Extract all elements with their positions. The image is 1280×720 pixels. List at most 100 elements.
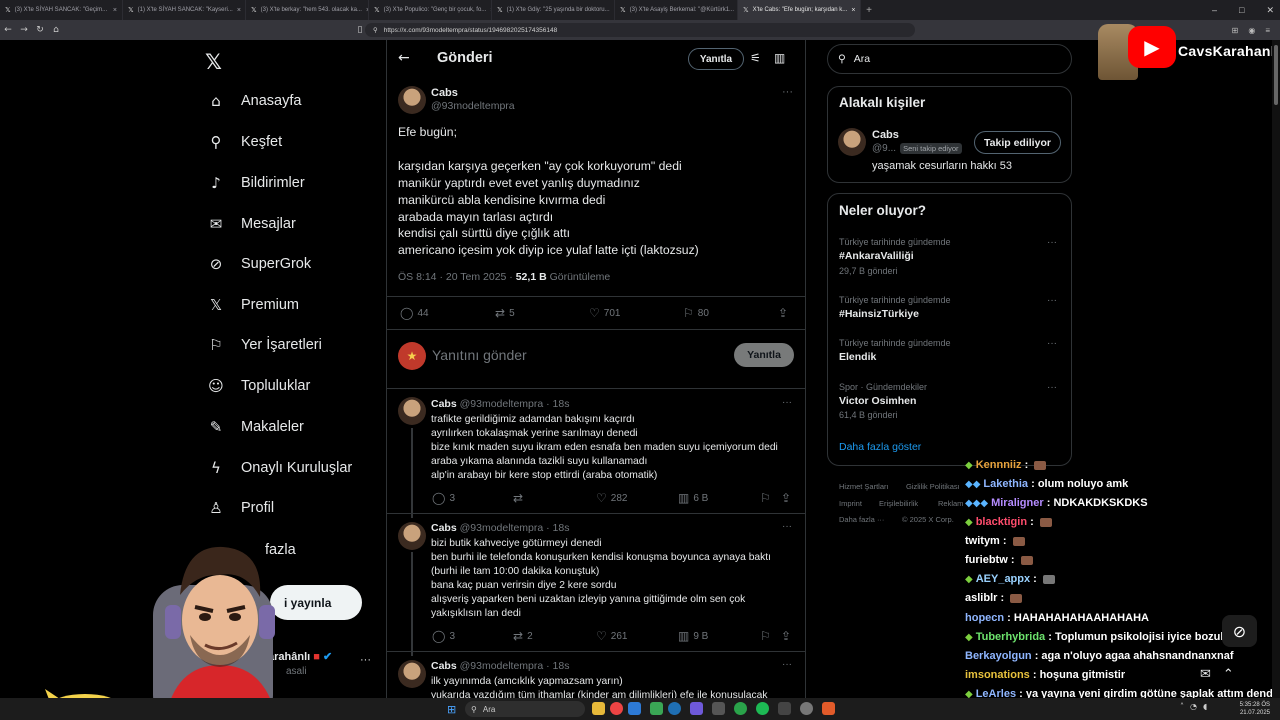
- reply-action[interactable]: ◯ 3: [432, 629, 455, 643]
- obs-icon[interactable]: [778, 702, 791, 715]
- repost-action[interactable]: ⇄: [513, 491, 523, 505]
- bookmark-action[interactable]: ⚐ 80: [683, 306, 709, 320]
- app-icon[interactable]: [650, 702, 663, 715]
- home-icon[interactable]: ⌂: [48, 25, 64, 35]
- new-tab-button[interactable]: +: [861, 5, 877, 16]
- browser-tab-active[interactable]: 𝕏 X'te Cabs: "Efe bugün; karşıdan k... ×: [738, 0, 861, 20]
- nav-item-explore[interactable]: ⚲ Keşfet: [206, 127, 283, 157]
- address-bar[interactable]: ⚲ https://x.com/93modeltempra/status/194…: [365, 23, 915, 37]
- footer-link[interactable]: Gizlilik Politikası: [906, 482, 960, 491]
- site-info-icon[interactable]: ⚲: [373, 26, 378, 34]
- browser-tab[interactable]: 𝕏 (3) X'te SİYAH SANCAK: "Geçim... ×: [0, 0, 123, 20]
- trend-name[interactable]: Elendik: [839, 351, 876, 363]
- profile-icon[interactable]: ◉: [1248, 26, 1255, 35]
- app-icon[interactable]: [712, 702, 725, 715]
- close-window-icon[interactable]: ✕: [1266, 5, 1274, 16]
- views-action[interactable]: ▥ 9 B: [678, 629, 708, 643]
- nav-item-verified-orgs[interactable]: ϟ Onaylı Kuruluşlar: [206, 453, 352, 483]
- nav-item-home[interactable]: ⌂ Anasayfa: [206, 86, 301, 116]
- reader-view-icon[interactable]: ▥: [774, 51, 785, 65]
- taskbar-search[interactable]: ⚲ Ara: [465, 701, 585, 717]
- menu-icon[interactable]: ≡: [1265, 26, 1270, 35]
- compose-message-icon[interactable]: ✉: [1200, 667, 1211, 682]
- spotify-icon[interactable]: [756, 702, 769, 715]
- discord-icon[interactable]: [690, 702, 703, 715]
- avatar[interactable]: [838, 128, 866, 156]
- browser-tab[interactable]: 𝕏 (1) X'te Gdiy: "25 yaşında bir doktoru.…: [492, 0, 615, 20]
- system-clock[interactable]: 5:35:28 ÖS 21.07.2025: [1240, 701, 1270, 717]
- avatar[interactable]: [398, 522, 426, 550]
- windows-start-icon[interactable]: ⊞: [447, 703, 456, 716]
- grok-button[interactable]: ⊘: [1222, 615, 1257, 647]
- person-name[interactable]: Cabs: [872, 129, 899, 141]
- more-options-icon[interactable]: ···: [1047, 295, 1057, 306]
- nav-item-articles[interactable]: ✎ Makaleler: [206, 412, 304, 442]
- browser-tab[interactable]: 𝕏 (3) X'te Asayiş Berkemal: "@Kürtürk1...…: [615, 0, 738, 20]
- trend-name[interactable]: Victor Osimhen: [839, 395, 916, 407]
- reply-input[interactable]: Yanıtını gönder: [432, 347, 527, 363]
- author-handle[interactable]: @93modeltempra: [431, 100, 515, 112]
- avatar[interactable]: [398, 397, 426, 425]
- chevron-up-icon[interactable]: ˄: [1180, 702, 1184, 711]
- repost-action[interactable]: ⇄ 2: [513, 629, 533, 643]
- volume-icon[interactable]: ◖: [1203, 702, 1207, 711]
- more-options-icon[interactable]: ···: [782, 397, 792, 408]
- app-icon[interactable]: [628, 702, 641, 715]
- more-options-icon[interactable]: ···: [782, 521, 792, 532]
- app-icon[interactable]: [800, 702, 813, 715]
- network-icon[interactable]: ◔: [1190, 702, 1197, 711]
- browser-tab[interactable]: 𝕏 (1) X'te SİYAH SANCAK: "Kayseri... ×: [123, 0, 246, 20]
- maximize-icon[interactable]: □: [1239, 5, 1244, 15]
- scrollbar-thumb[interactable]: [1274, 45, 1278, 105]
- footer-link[interactable]: Reklam: [938, 499, 963, 508]
- brave-icon[interactable]: [822, 702, 835, 715]
- trend-name[interactable]: #AnkaraValiliği: [839, 250, 914, 262]
- nav-item-messages[interactable]: ✉ Mesajlar: [206, 209, 296, 239]
- following-button[interactable]: Takip ediliyor: [974, 131, 1061, 154]
- reply-submit-button[interactable]: Yanıtla: [734, 343, 794, 367]
- reload-icon[interactable]: ↻: [32, 25, 48, 35]
- views-action[interactable]: ▥ 6 B: [678, 491, 708, 505]
- extensions-icon[interactable]: ⊞: [1232, 26, 1239, 35]
- like-action[interactable]: ♡ 261: [596, 629, 627, 643]
- nav-item-notifications[interactable]: ♪ Bildirimler: [206, 168, 304, 198]
- close-tab-icon[interactable]: ×: [851, 7, 855, 14]
- reply-action[interactable]: ◯ 44: [400, 306, 429, 320]
- back-icon[interactable]: ←: [0, 25, 16, 35]
- share-action[interactable]: ⇪: [781, 629, 791, 643]
- browser-tab[interactable]: 𝕏 (3) X'te Populico: "Genç bir çocuk, fo.…: [369, 0, 492, 20]
- like-action[interactable]: ♡ 701: [589, 306, 620, 320]
- reply-header-button[interactable]: Yanıtla: [688, 48, 744, 70]
- nav-item-communities[interactable]: ☺ Topluluklar: [206, 371, 310, 401]
- avatar[interactable]: [398, 86, 426, 114]
- browser-tab[interactable]: 𝕏 (3) X'te berkay: "hem 543. olacak ka...…: [246, 0, 369, 20]
- like-action[interactable]: ♡ 282: [596, 491, 627, 505]
- bookmark-action[interactable]: ⚐: [760, 491, 771, 505]
- footer-link[interactable]: Hizmet Şartları: [839, 482, 889, 491]
- more-options-icon[interactable]: ···: [782, 659, 792, 670]
- share-action[interactable]: ⇪: [781, 491, 791, 505]
- whatsapp-icon[interactable]: [734, 702, 747, 715]
- close-tab-icon[interactable]: ×: [237, 7, 241, 14]
- search-input[interactable]: ⚲ Ara: [827, 44, 1072, 74]
- minimize-icon[interactable]: –: [1212, 5, 1217, 15]
- close-tab-icon[interactable]: ×: [113, 7, 117, 14]
- more-options-icon[interactable]: ···: [1047, 237, 1057, 248]
- more-options-icon[interactable]: ···: [782, 86, 793, 98]
- reply-action[interactable]: ◯ 3: [432, 491, 455, 505]
- avatar[interactable]: [398, 660, 426, 688]
- trend-name[interactable]: #HainsizTürkiye: [839, 308, 919, 320]
- x-logo-icon[interactable]: 𝕏: [205, 50, 222, 74]
- filter-icon[interactable]: ⚟: [750, 51, 761, 65]
- nav-item-profile[interactable]: ♙ Profil: [206, 493, 274, 523]
- edge-icon[interactable]: [668, 702, 681, 715]
- nav-item-premium[interactable]: 𝕏 Premium: [206, 290, 299, 320]
- scrollbar[interactable]: [1272, 40, 1280, 698]
- chrome-icon[interactable]: [610, 702, 623, 715]
- account-menu-icon[interactable]: ···: [360, 654, 371, 666]
- back-arrow-icon[interactable]: ←: [398, 50, 410, 66]
- footer-link[interactable]: Imprint: [839, 499, 862, 508]
- show-more-link[interactable]: Daha fazla göster: [839, 441, 921, 453]
- footer-link[interactable]: Daha fazla ···: [839, 515, 884, 524]
- nav-item-supergrok[interactable]: ⊘ SuperGrok: [206, 249, 311, 279]
